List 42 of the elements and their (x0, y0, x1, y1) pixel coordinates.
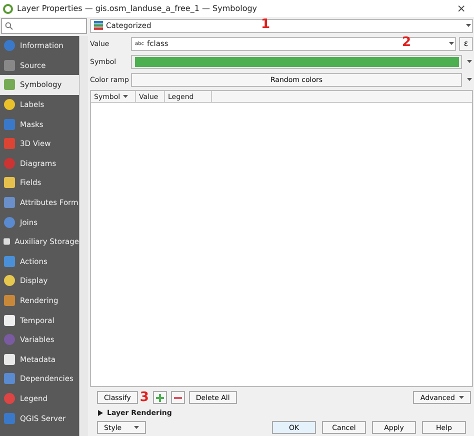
layer-icon (3, 314, 16, 327)
layer-icon (3, 39, 16, 52)
dropdown-arrow-icon (134, 426, 139, 429)
layer-icon (3, 372, 16, 386)
expression-button[interactable]: ε (459, 36, 473, 50)
dropdown-arrow-icon[interactable] (466, 60, 472, 63)
layer-icon (3, 274, 16, 288)
dropdown-arrow-icon (466, 24, 470, 27)
layer-icon (3, 118, 16, 131)
sort-arrow-icon (123, 95, 128, 98)
symbol-button[interactable] (131, 54, 462, 68)
layer-icon (3, 333, 16, 346)
window-title: Layer Properties — gis.osm_landuse_a_free_1 — Symbology (17, 4, 258, 13)
remove-button[interactable] (170, 391, 185, 404)
plus-icon (156, 394, 164, 402)
dropdown-arrow-icon (459, 396, 464, 399)
add-button[interactable] (152, 391, 167, 404)
annotation-number: 1 (261, 16, 270, 32)
dropdown-arrow-icon (448, 42, 454, 45)
layer-icon (3, 58, 16, 72)
layer-icon (3, 216, 16, 229)
search-field[interactable] (1, 18, 87, 34)
annotation-number: 3 (140, 390, 149, 405)
layer-icon (3, 352, 16, 366)
layer-icon (3, 294, 16, 308)
dropdown-arrow-icon[interactable] (466, 78, 472, 81)
layer-icon (3, 196, 16, 210)
layer-icon (3, 156, 16, 170)
close-button[interactable]: × (454, 2, 468, 15)
search-icon (5, 22, 13, 30)
layer-icon (3, 254, 16, 268)
scrollbar[interactable] (79, 36, 88, 436)
layer-icon (3, 98, 16, 112)
layer-icon (3, 137, 16, 150)
expand-arrow-icon[interactable] (98, 410, 103, 416)
annotation-number: 2 (402, 34, 412, 50)
app-logo-icon (3, 4, 13, 14)
layer-icon (3, 176, 16, 190)
layer-icon (3, 412, 16, 425)
categorized-icon (94, 21, 103, 30)
layer-icon (3, 392, 16, 405)
layer-icon (3, 78, 16, 92)
